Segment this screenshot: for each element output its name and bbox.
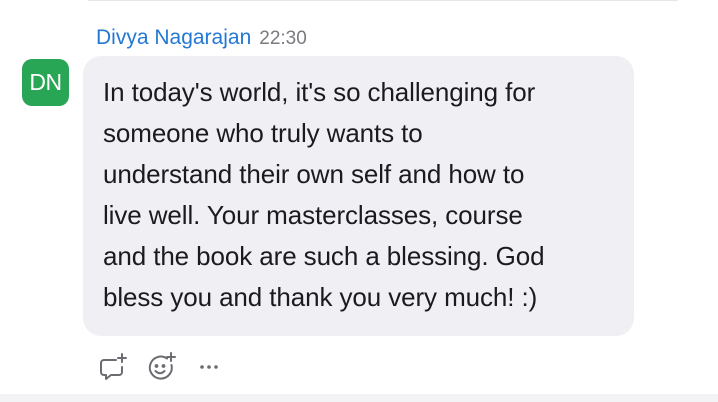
emoji-add-icon	[148, 352, 176, 380]
top-divider	[88, 0, 678, 1]
bottom-divider	[0, 394, 718, 402]
more-options-icon	[200, 365, 218, 369]
message-text: In today's world, it's so challenging fo…	[103, 72, 616, 318]
message-bubble: In today's world, it's so challenging fo…	[83, 56, 634, 336]
more-options-button[interactable]	[192, 350, 226, 384]
reply-button[interactable]	[96, 350, 130, 384]
message-header: Divya Nagarajan 22:30	[96, 26, 307, 54]
comment-add-icon	[100, 353, 127, 380]
message-line: live well. Your masterclasses, course	[103, 200, 523, 230]
add-reaction-button[interactable]	[144, 350, 178, 384]
message-line: and the book are such a blessing. God	[103, 241, 545, 271]
message-timestamp: 22:30	[259, 28, 307, 49]
message-line: someone who truly wants to	[103, 118, 423, 148]
message-line: In today's world, it's so challenging fo…	[103, 77, 536, 107]
message-line: bless you and thank you very much! :)	[103, 282, 538, 312]
avatar-initials: DN	[29, 69, 62, 95]
message-actions	[96, 350, 226, 384]
message-line: understand their own self and how to	[103, 159, 525, 189]
author-name[interactable]: Divya Nagarajan	[96, 26, 251, 50]
avatar[interactable]: DN	[22, 59, 69, 106]
